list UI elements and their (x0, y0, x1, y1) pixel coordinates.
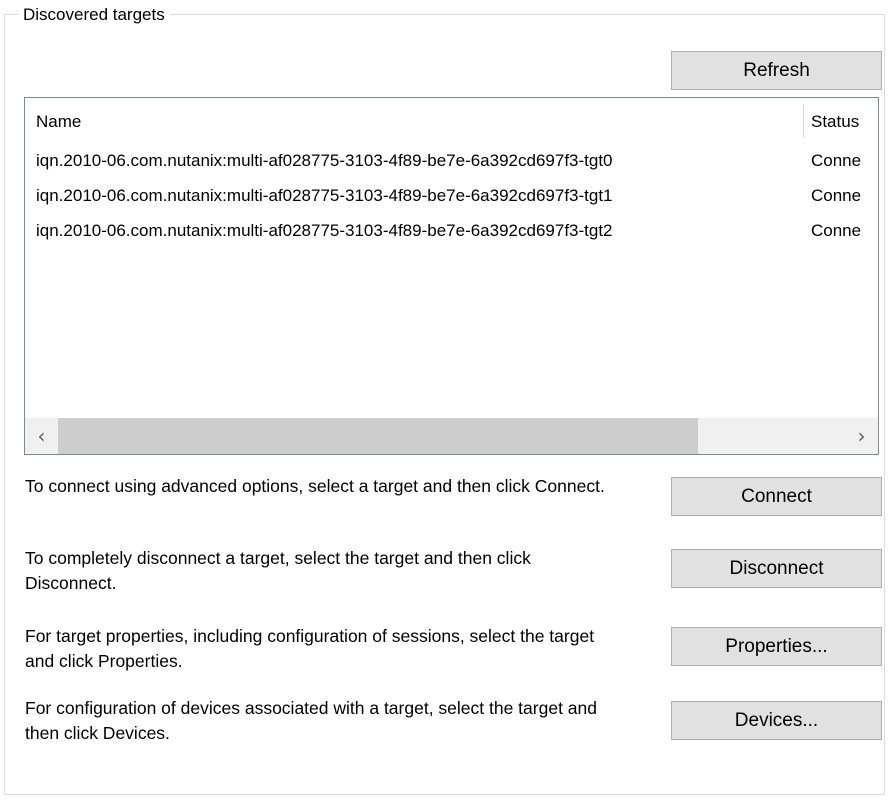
target-status-cell: Conne (811, 150, 861, 171)
target-name-cell: iqn.2010-06.com.nutanix:multi-af028775-3… (36, 150, 613, 171)
table-row[interactable]: iqn.2010-06.com.nutanix:multi-af028775-3… (25, 178, 878, 213)
target-status-cell: Conne (811, 220, 861, 241)
disconnect-button[interactable]: Disconnect (671, 549, 882, 588)
table-row[interactable]: iqn.2010-06.com.nutanix:multi-af028775-3… (25, 143, 878, 178)
chevron-right-icon[interactable]: › (845, 418, 878, 454)
listview-header: Name Status (25, 98, 878, 143)
column-divider[interactable] (803, 104, 804, 138)
discovered-targets-groupbox: Discovered targets Refresh Name Status i… (4, 14, 885, 795)
disconnect-help-text: To completely disconnect a target, selec… (25, 546, 625, 596)
connect-help-text: To connect using advanced options, selec… (25, 474, 625, 499)
scrollbar-thumb[interactable] (58, 418, 698, 454)
properties-help-text: For target properties, including configu… (25, 624, 625, 674)
chevron-left-icon[interactable]: ‹ (25, 418, 58, 454)
column-header-status[interactable]: Status (811, 112, 859, 132)
table-row[interactable]: iqn.2010-06.com.nutanix:multi-af028775-3… (25, 213, 878, 248)
discovered-targets-listview[interactable]: Name Status iqn.2010-06.com.nutanix:mult… (24, 97, 879, 455)
horizontal-scrollbar[interactable]: ‹ › (25, 417, 878, 454)
connect-button[interactable]: Connect (671, 477, 882, 516)
devices-help-text: For configuration of devices associated … (25, 696, 625, 746)
devices-button[interactable]: Devices... (671, 701, 882, 740)
target-name-cell: iqn.2010-06.com.nutanix:multi-af028775-3… (36, 185, 613, 206)
properties-button[interactable]: Properties... (671, 627, 882, 666)
groupbox-title: Discovered targets (19, 5, 170, 25)
target-status-cell: Conne (811, 185, 861, 206)
scrollbar-track[interactable] (58, 418, 845, 454)
target-name-cell: iqn.2010-06.com.nutanix:multi-af028775-3… (36, 220, 613, 241)
refresh-button[interactable]: Refresh (671, 51, 882, 90)
listview-body: iqn.2010-06.com.nutanix:multi-af028775-3… (25, 143, 878, 416)
column-header-name[interactable]: Name (36, 112, 81, 132)
